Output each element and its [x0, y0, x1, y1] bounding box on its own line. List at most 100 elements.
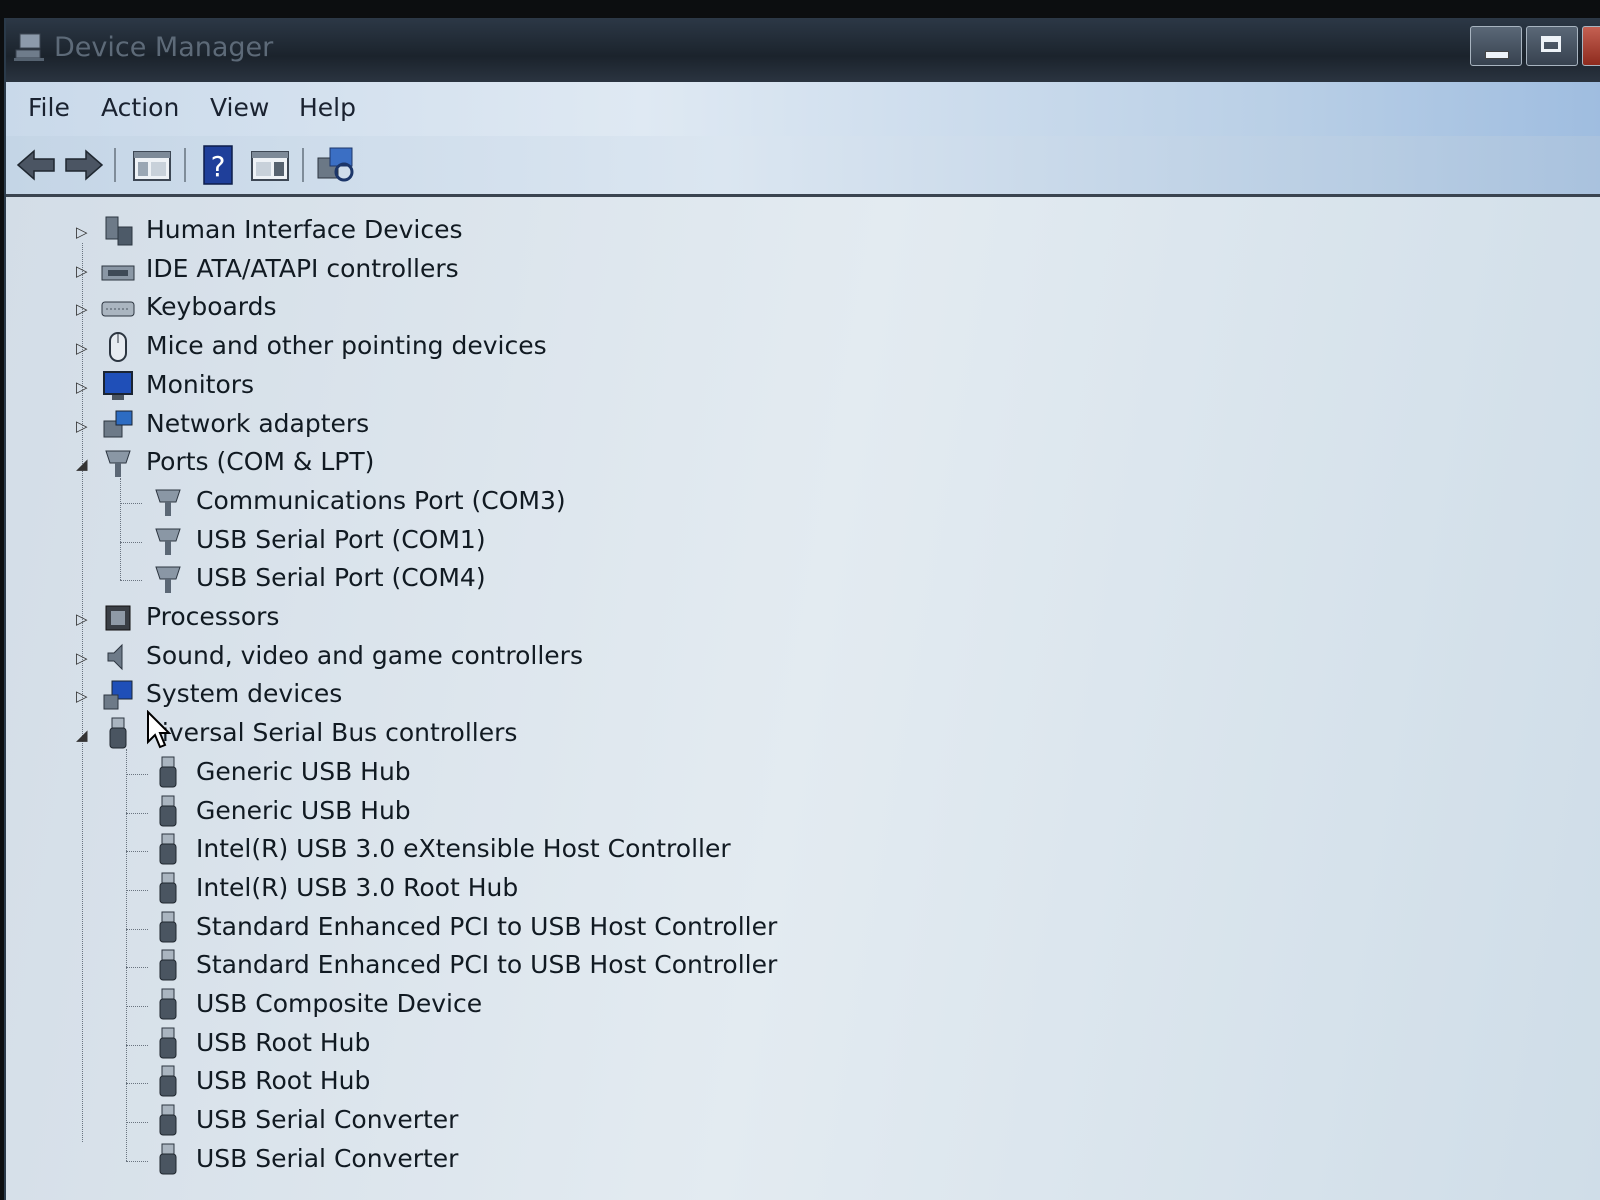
- expand-arrow-icon[interactable]: ▷: [76, 378, 90, 396]
- menu-bar: File Action View Help: [6, 82, 1600, 136]
- expand-arrow-icon[interactable]: ▷: [76, 417, 90, 435]
- port-icon: [155, 489, 181, 516]
- tree-device[interactable]: Generic USB Hub: [6, 755, 906, 793]
- category-label: Monitors: [146, 370, 255, 399]
- expand-arrow-icon[interactable]: ▷: [76, 300, 90, 318]
- tree-category[interactable]: ▷ Human Interface Devices: [6, 213, 906, 251]
- device-tree[interactable]: ▷ Human Interface Devices ▷ IDE ATA/ATAPI c…: [6, 197, 1600, 1200]
- back-arrow-icon[interactable]: [14, 144, 58, 186]
- device-label: Intel(R) USB 3.0 Root Hub: [196, 873, 519, 902]
- expand-arrow-icon[interactable]: ▷: [76, 262, 90, 280]
- collapse-arrow-icon[interactable]: ◢: [76, 726, 90, 744]
- ide-controller-icon: [101, 265, 135, 281]
- help-icon[interactable]: ?: [196, 144, 240, 186]
- port-icon: [155, 566, 181, 593]
- tree-category[interactable]: ▷ System devices: [6, 677, 906, 715]
- tree-category[interactable]: ▷ Processors: [6, 600, 906, 638]
- show-hide-console-tree-icon[interactable]: [130, 144, 174, 186]
- tree-device[interactable]: Communications Port (COM3): [6, 484, 906, 522]
- expand-arrow-icon[interactable]: ▷: [76, 223, 90, 241]
- close-button[interactable]: [1582, 26, 1600, 66]
- mouse-cursor-icon: [147, 710, 172, 749]
- device-label: USB Composite Device: [196, 989, 483, 1018]
- tree-category[interactable]: ▷ Monitors: [6, 368, 906, 406]
- device-manager-window: Device Manager File Action View Help ? ▷…: [4, 18, 1600, 1200]
- system-devices-icon: [103, 680, 133, 710]
- menu-view[interactable]: View: [210, 93, 269, 122]
- maximize-button[interactable]: [1526, 26, 1578, 66]
- usb-icon: [159, 911, 177, 943]
- expand-arrow-icon[interactable]: ▷: [76, 610, 90, 628]
- category-label: niversal Serial Bus controllers: [146, 718, 518, 747]
- tree-device[interactable]: Standard Enhanced PCI to USB Host Contro…: [6, 948, 906, 986]
- maximize-icon: [1541, 36, 1561, 52]
- toolbar: ?: [6, 136, 1600, 197]
- tree-device[interactable]: USB Serial Port (COM4): [6, 561, 906, 599]
- device-label: USB Root Hub: [196, 1066, 371, 1095]
- collapse-arrow-icon[interactable]: ◢: [76, 455, 90, 473]
- usb-icon: [159, 1027, 177, 1059]
- tree-device[interactable]: USB Serial Port (COM1): [6, 523, 906, 561]
- port-icon: [105, 450, 131, 477]
- toolbar-separator: [302, 148, 304, 182]
- menu-action[interactable]: Action: [101, 93, 179, 122]
- tree-category[interactable]: ▷ Keyboards: [6, 290, 906, 328]
- device-label: USB Serial Converter: [196, 1144, 459, 1173]
- forward-arrow-icon[interactable]: [62, 144, 106, 186]
- tree-device[interactable]: USB Serial Converter: [6, 1142, 906, 1180]
- device-manager-icon: [14, 33, 44, 61]
- menu-help[interactable]: Help: [299, 93, 356, 122]
- device-label: Generic USB Hub: [196, 757, 411, 786]
- tree-device[interactable]: USB Root Hub: [6, 1026, 906, 1064]
- processor-icon: [105, 605, 131, 631]
- tree-device[interactable]: Standard Enhanced PCI to USB Host Contro…: [6, 910, 906, 948]
- expand-arrow-icon[interactable]: ▷: [76, 649, 90, 667]
- monitor-icon: [103, 371, 133, 400]
- tree-category[interactable]: ▷ Mice and other pointing devices: [6, 329, 906, 367]
- network-adapter-icon: [103, 410, 133, 438]
- tree-category[interactable]: ▷ Network adapters: [6, 407, 906, 445]
- keyboard-icon: [101, 301, 135, 317]
- category-label: Ports (COM & LPT): [146, 447, 375, 476]
- minimize-icon: [1485, 51, 1509, 59]
- device-label: Standard Enhanced PCI to USB Host Contro…: [196, 912, 778, 941]
- device-label: USB Serial Port (COM4): [196, 563, 486, 592]
- menu-file[interactable]: File: [28, 93, 70, 122]
- category-label: Processors: [146, 602, 280, 631]
- tree-category[interactable]: ▷ IDE ATA/ATAPI controllers: [6, 252, 906, 290]
- tree-device[interactable]: USB Root Hub: [6, 1064, 906, 1102]
- toolbar-separator: [114, 148, 116, 182]
- title-bar[interactable]: Device Manager: [6, 18, 1600, 82]
- usb-icon: [159, 949, 177, 981]
- category-label: IDE ATA/ATAPI controllers: [146, 254, 459, 283]
- category-label: Network adapters: [146, 409, 370, 438]
- tree-category[interactable]: ◢ Ports (COM & LPT): [6, 445, 906, 483]
- usb-icon: [159, 795, 177, 827]
- usb-icon: [159, 1104, 177, 1136]
- minimize-button[interactable]: [1470, 26, 1522, 66]
- tree-device[interactable]: Generic USB Hub: [6, 794, 906, 832]
- usb-icon: [159, 988, 177, 1020]
- device-label: USB Serial Port (COM1): [196, 525, 486, 554]
- toolbar-separator: [184, 148, 186, 182]
- expand-arrow-icon[interactable]: ▷: [76, 339, 90, 357]
- device-label: Generic USB Hub: [196, 796, 411, 825]
- svg-text:?: ?: [211, 150, 226, 183]
- properties-icon[interactable]: [248, 144, 292, 186]
- device-label: Standard Enhanced PCI to USB Host Contro…: [196, 950, 778, 979]
- usb-icon: [159, 872, 177, 904]
- speaker-icon: [107, 643, 123, 671]
- device-label: Intel(R) USB 3.0 eXtensible Host Control…: [196, 834, 731, 863]
- hid-icon: [105, 216, 133, 246]
- category-label: Mice and other pointing devices: [146, 331, 547, 360]
- tree-device[interactable]: USB Composite Device: [6, 987, 906, 1025]
- tree-category[interactable]: ▷ Sound, video and game controllers: [6, 639, 906, 677]
- expand-arrow-icon[interactable]: ▷: [76, 687, 90, 705]
- tree-category[interactable]: ◢ niversal Serial Bus controllers: [6, 716, 906, 754]
- category-label: Sound, video and game controllers: [146, 641, 583, 670]
- tree-device[interactable]: Intel(R) USB 3.0 Root Hub: [6, 871, 906, 909]
- tree-device[interactable]: USB Serial Converter: [6, 1103, 906, 1141]
- tree-device[interactable]: Intel(R) USB 3.0 eXtensible Host Control…: [6, 832, 906, 870]
- mouse-icon: [109, 332, 127, 362]
- scan-hardware-icon[interactable]: [314, 144, 358, 186]
